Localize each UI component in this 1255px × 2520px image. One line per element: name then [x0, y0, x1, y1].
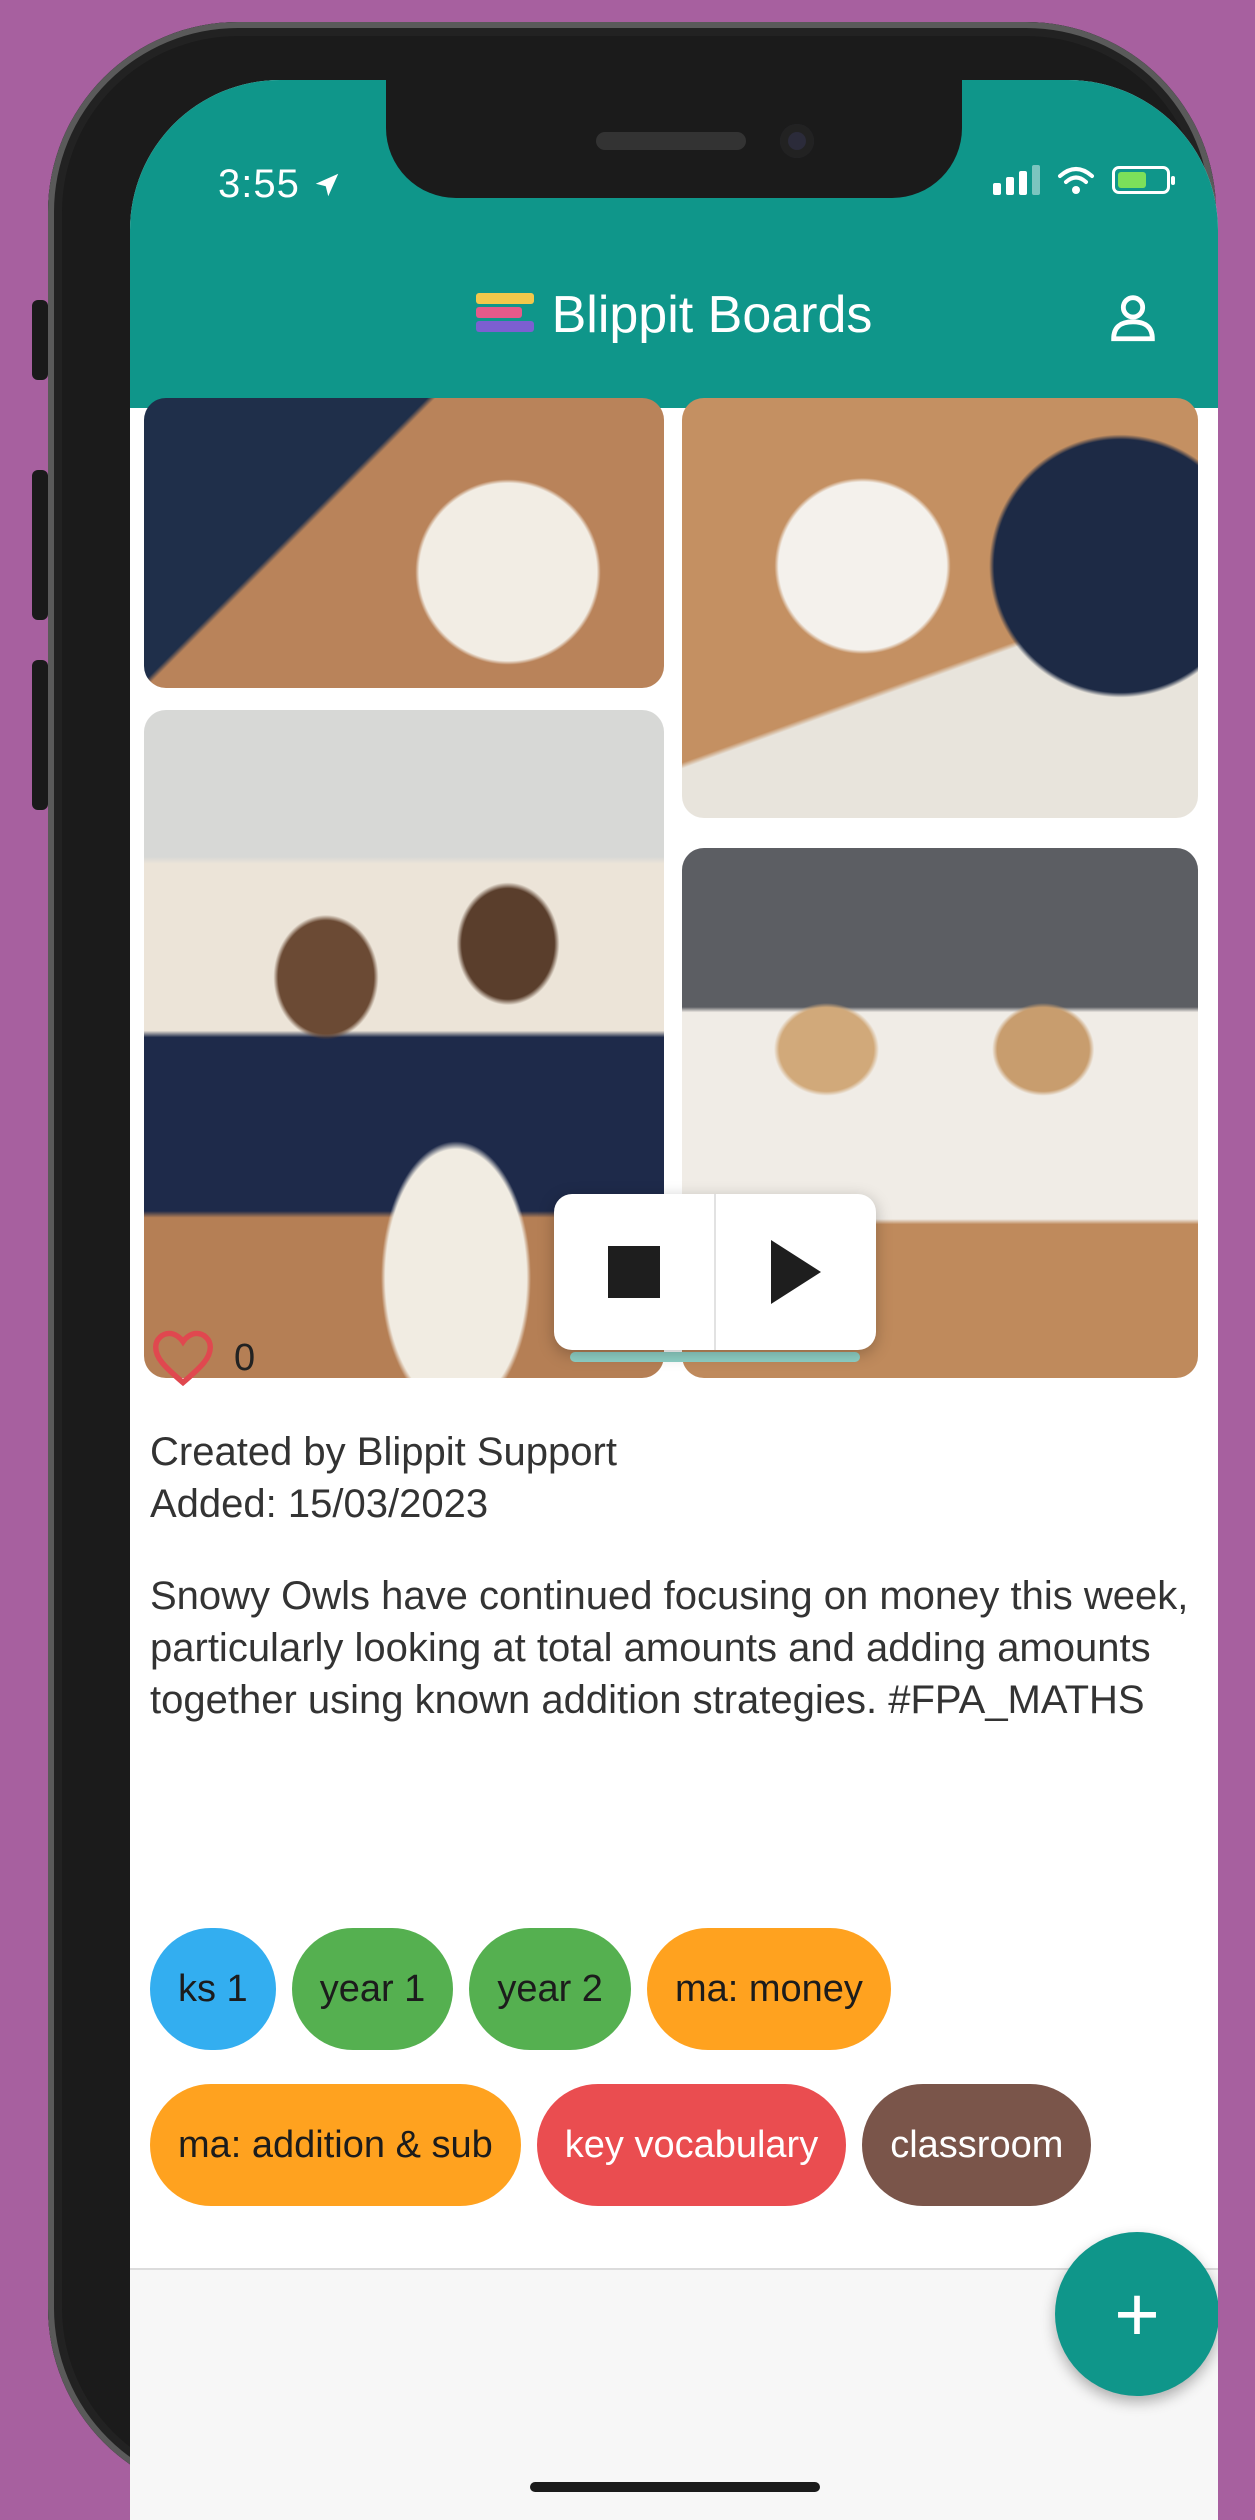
app-title-wrap: Blippit Boards — [130, 285, 1218, 345]
camera — [780, 124, 814, 158]
tag-chip[interactable]: classroom — [862, 2084, 1092, 2206]
play-button[interactable] — [716, 1194, 876, 1350]
tag-row-2: ma: addition & sub key vocabulary classr… — [150, 2084, 1210, 2206]
stop-button[interactable] — [554, 1194, 714, 1350]
heart-icon[interactable] — [150, 1328, 216, 1388]
tag-list: ks 1 year 1 year 2 ma: money ma: additio… — [150, 1928, 1210, 2240]
phone-side-button-2 — [32, 470, 48, 620]
post-description: Snowy Owls have continued focusing on mo… — [150, 1574, 1189, 1722]
plus-icon: + — [1114, 2269, 1160, 2358]
app-title: Blippit Boards — [551, 286, 873, 344]
added-date: Added: 15/03/2023 — [150, 1482, 489, 1526]
phone-screen: 3:55 Blippit Boards 0 Created by Blippit… — [130, 80, 1218, 2520]
wifi-icon — [1058, 167, 1094, 194]
signal-icon — [993, 165, 1040, 195]
tag-chip[interactable]: ma: addition & sub — [150, 2084, 521, 2206]
created-by: Created by Blippit Support — [150, 1430, 617, 1474]
battery-charging-icon — [1112, 166, 1175, 194]
media-player-controls — [554, 1194, 876, 1350]
app-logo-icon — [475, 293, 534, 337]
phone-frame: 3:55 Blippit Boards 0 Created by Blippit… — [48, 22, 1218, 2520]
speaker — [596, 132, 746, 150]
phone-notch — [386, 80, 962, 198]
post-photo-1[interactable] — [144, 398, 664, 688]
add-post-button[interactable]: + — [1055, 2232, 1218, 2396]
status-icons — [993, 164, 1175, 196]
like-count: 0 — [234, 1336, 256, 1379]
status-time: 3:55 — [218, 162, 342, 207]
tag-chip[interactable]: year 2 — [469, 1928, 631, 2050]
likes-row: 0 — [150, 1328, 255, 1388]
phone-side-button-3 — [32, 660, 48, 810]
tag-chip[interactable]: year 1 — [291, 1928, 454, 2050]
play-icon — [771, 1240, 821, 1304]
playback-progress — [570, 1352, 860, 1362]
post-meta: Created by Blippit Support Added: 15/03/… — [150, 1426, 617, 1530]
stop-icon — [608, 1246, 660, 1298]
phone-side-button-1 — [32, 300, 48, 380]
tag-chip[interactable]: ma: money — [646, 1928, 891, 2050]
location-arrow-icon — [315, 173, 339, 197]
post-photo-2[interactable] — [682, 398, 1198, 818]
tag-chip[interactable]: ks 1 — [150, 1928, 276, 2050]
tag-chip[interactable]: key vocabulary — [536, 2084, 847, 2206]
profile-icon[interactable] — [1104, 288, 1162, 346]
tag-row-1: ks 1 year 1 year 2 ma: money — [150, 1928, 1210, 2050]
status-time-text: 3:55 — [218, 162, 300, 206]
home-indicator[interactable] — [530, 2482, 820, 2492]
